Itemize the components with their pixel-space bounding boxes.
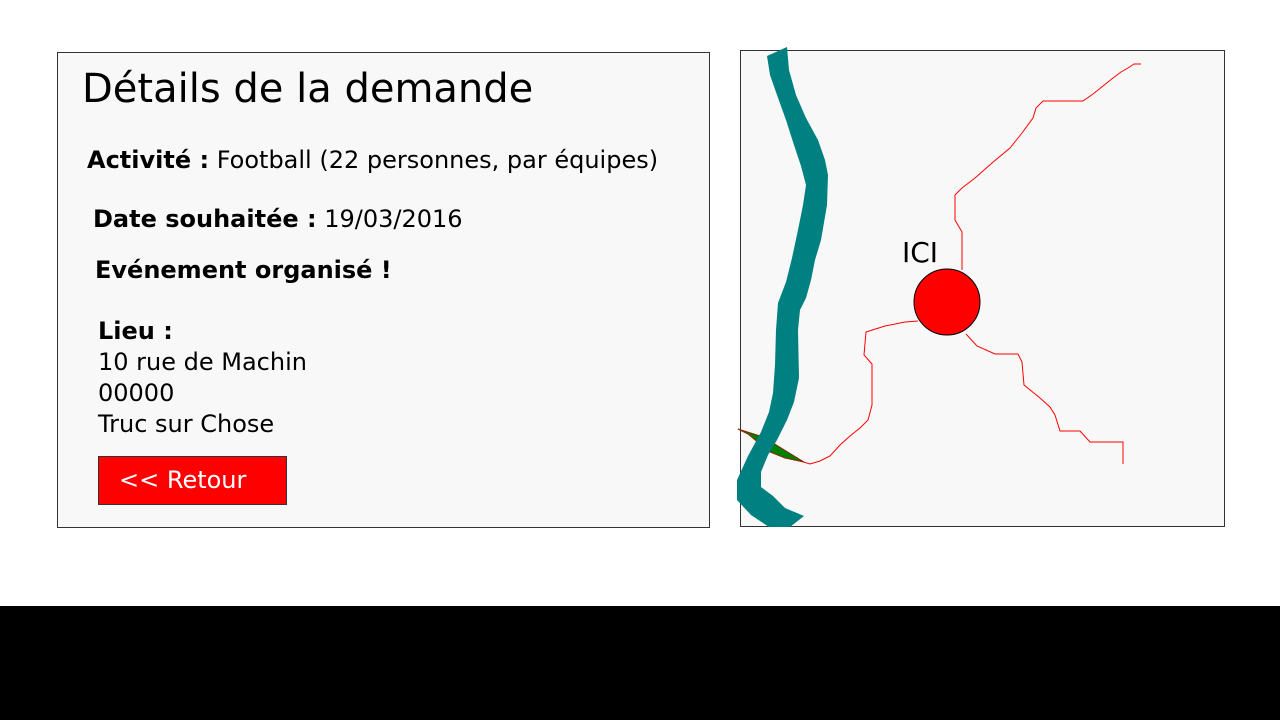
event-status: Evénement organisé ! (95, 256, 392, 284)
date-value: 19/03/2016 (324, 205, 463, 233)
page: Détails de la demande Activité : Footbal… (0, 0, 1280, 720)
date-label: Date souhaitée : (93, 205, 317, 233)
page-title: Détails de la demande (82, 66, 534, 112)
location-block: Lieu : 10 rue de Machin 00000 Truc sur C… (98, 316, 307, 440)
location-label: Lieu : (98, 317, 173, 345)
map-marker-label: ICI (902, 236, 939, 269)
activity-label: Activité : (87, 146, 210, 174)
map-drawing (737, 47, 1141, 527)
road-west (799, 320, 919, 465)
road-north (954, 63, 1141, 270)
footer-bar (0, 606, 1280, 720)
date-row: Date souhaitée : 19/03/2016 (93, 204, 463, 234)
activity-row: Activité : Football (22 personnes, par é… (87, 145, 658, 175)
address-postcode: 00000 (98, 379, 175, 407)
activity-value: Football (22 personnes, par équipes) (216, 146, 659, 174)
road-lines (799, 63, 1141, 465)
request-details-panel: Détails de la demande Activité : Footbal… (57, 52, 710, 528)
road-southeast (965, 333, 1124, 464)
address-city: Truc sur Chose (98, 410, 275, 438)
back-button[interactable]: << Retour (98, 456, 287, 505)
location-marker-icon (913, 268, 981, 336)
address-street: 10 rue de Machin (98, 348, 307, 376)
